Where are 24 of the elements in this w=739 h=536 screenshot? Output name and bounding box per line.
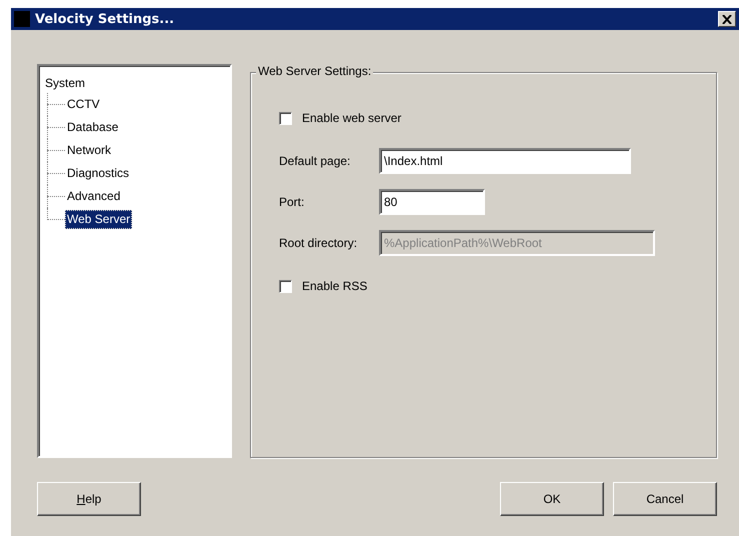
window-title: Velocity Settings...: [35, 12, 176, 26]
tree-item[interactable]: Database: [65, 118, 120, 137]
checkbox[interactable]: [279, 112, 292, 124]
close-icon: [722, 14, 732, 24]
dialog-button[interactable]: OK: [500, 482, 604, 516]
tree-item[interactable]: CCTV: [65, 95, 102, 114]
checkbox-label[interactable]: Enable RSS: [302, 279, 368, 293]
field-label: Default page:: [279, 154, 352, 168]
tree-item[interactable]: Web Server: [65, 210, 132, 229]
field-label: Port:: [279, 195, 306, 209]
app-icon: [14, 11, 30, 27]
group-title: Web Server Settings:: [256, 64, 374, 78]
tree-item[interactable]: Network: [65, 141, 114, 160]
help-button[interactable]: Help: [37, 482, 141, 516]
dialog-button[interactable]: Cancel: [613, 482, 717, 516]
close-button[interactable]: [718, 11, 736, 27]
checkbox[interactable]: [279, 280, 292, 292]
field-label: Root directory:: [279, 236, 358, 250]
input-field[interactable]: 80: [379, 189, 485, 215]
checkbox-label[interactable]: Enable web server: [302, 111, 402, 125]
tree-item[interactable]: System: [43, 74, 88, 93]
tree-item[interactable]: Diagnostics: [65, 164, 132, 183]
input-field[interactable]: \Index.html: [379, 148, 631, 174]
tree-item[interactable]: Advanced: [65, 187, 122, 206]
